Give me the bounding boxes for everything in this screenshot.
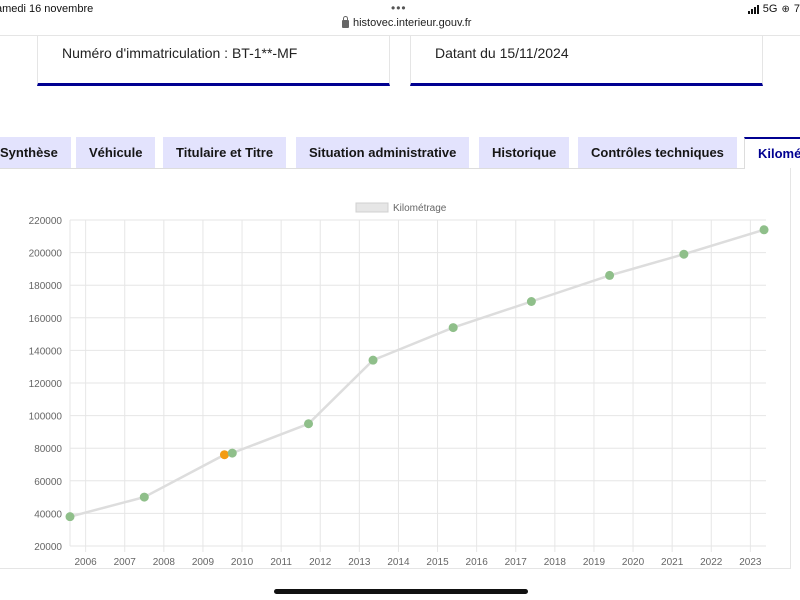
location-icon: ⊕: [781, 3, 790, 15]
url-text: histovec.interieur.gouv.fr: [353, 17, 472, 29]
chart-panel: 20000 40000 60000 80000 100000 120000 140000 16…: [0, 168, 791, 569]
tab-situation-administrative[interactable]: Situation administrative: [296, 137, 470, 168]
y-tick-label: 80000: [34, 444, 62, 455]
y-tick-label: 160000: [29, 314, 63, 325]
data-point: [526, 297, 536, 306]
tab-controles-techniques[interactable]: Contrôles techniques: [578, 137, 737, 168]
y-tick-label: 60000: [34, 477, 62, 488]
y-tick-label: 120000: [29, 379, 63, 390]
x-tick-label: 2008: [153, 557, 176, 568]
x-tick-label: 2006: [75, 557, 98, 568]
x-tick-label: 2014: [387, 557, 410, 568]
data-point: [227, 448, 237, 458]
y-tick-label: 180000: [29, 281, 63, 292]
series-line: [69, 228, 765, 518]
tab-vehicule[interactable]: Véhicule: [76, 137, 156, 168]
tab-kilometrage[interactable]: Kilomé: [744, 137, 800, 169]
x-tick-label: 2009: [192, 557, 215, 568]
tab-titulaire-titre[interactable]: Titulaire et Titre: [163, 137, 287, 168]
x-tick-label: 2016: [466, 557, 489, 568]
data-point: [139, 492, 149, 502]
registration-number: Numéro d'immatriculation : BT-1**-MF: [62, 45, 298, 61]
x-tick-label: 2010: [231, 557, 254, 568]
tab-synthese[interactable]: Synthèse: [0, 137, 71, 168]
x-tick-label: 2015: [426, 557, 449, 568]
data-point: [304, 419, 314, 429]
legend-label: Kilométrage: [393, 203, 447, 214]
x-tick-label: 2022: [700, 557, 723, 568]
x-tick-label: 2013: [348, 557, 371, 568]
y-tick-label: 220000: [29, 216, 63, 227]
y-tick-label: 140000: [29, 346, 63, 357]
x-tick-label: 2012: [309, 557, 332, 568]
x-tick-label: 2007: [114, 557, 137, 568]
y-tick-label: 200000: [29, 249, 63, 260]
data-point: [759, 225, 769, 235]
data-point: [219, 450, 229, 460]
address-bar[interactable]: histovec.interieur.gouv.fr: [342, 16, 472, 29]
legend-swatch: [355, 202, 389, 213]
tab-bar: Synthèse Véhicule Titulaire et Titre Sit…: [0, 137, 800, 169]
tab-historique[interactable]: Historique: [479, 137, 570, 168]
y-tick-label: 100000: [29, 412, 63, 423]
registration-card: Numéro d'immatriculation : BT-1**-MF: [37, 36, 390, 86]
data-point: [368, 355, 378, 365]
lock-icon: [342, 16, 349, 28]
home-indicator[interactable]: [274, 589, 528, 594]
signal-icon: [747, 4, 759, 14]
data-point: [65, 512, 75, 522]
battery-label: 7: [793, 3, 800, 15]
data-point: [605, 270, 615, 280]
x-tick-label: 2023: [739, 557, 762, 568]
mileage-chart: 20000 40000 60000 80000 100000 120000 140000 16…: [29, 202, 769, 568]
x-tick-label: 2021: [661, 557, 684, 568]
x-tick-label: 2017: [505, 557, 528, 568]
report-date-card: Datant du 15/11/2024: [410, 36, 763, 86]
report-date: Datant du 15/11/2024: [435, 45, 569, 61]
network-label: 5G: [762, 3, 778, 15]
status-indicators: 5G ⊕ 7: [747, 3, 800, 15]
more-icon[interactable]: •••: [391, 1, 407, 15]
x-tick-label: 2018: [544, 557, 567, 568]
x-tick-label: 2019: [583, 557, 606, 568]
status-date: amedi 16 novembre: [0, 3, 94, 15]
data-point: [448, 323, 458, 333]
data-point: [679, 249, 689, 259]
y-tick-label: 20000: [34, 542, 62, 553]
status-bar: amedi 16 novembre ••• histovec.interieur…: [0, 0, 800, 36]
y-tick-label: 40000: [34, 509, 62, 520]
x-tick-label: 2011: [270, 557, 292, 568]
x-tick-label: 2020: [622, 557, 645, 568]
